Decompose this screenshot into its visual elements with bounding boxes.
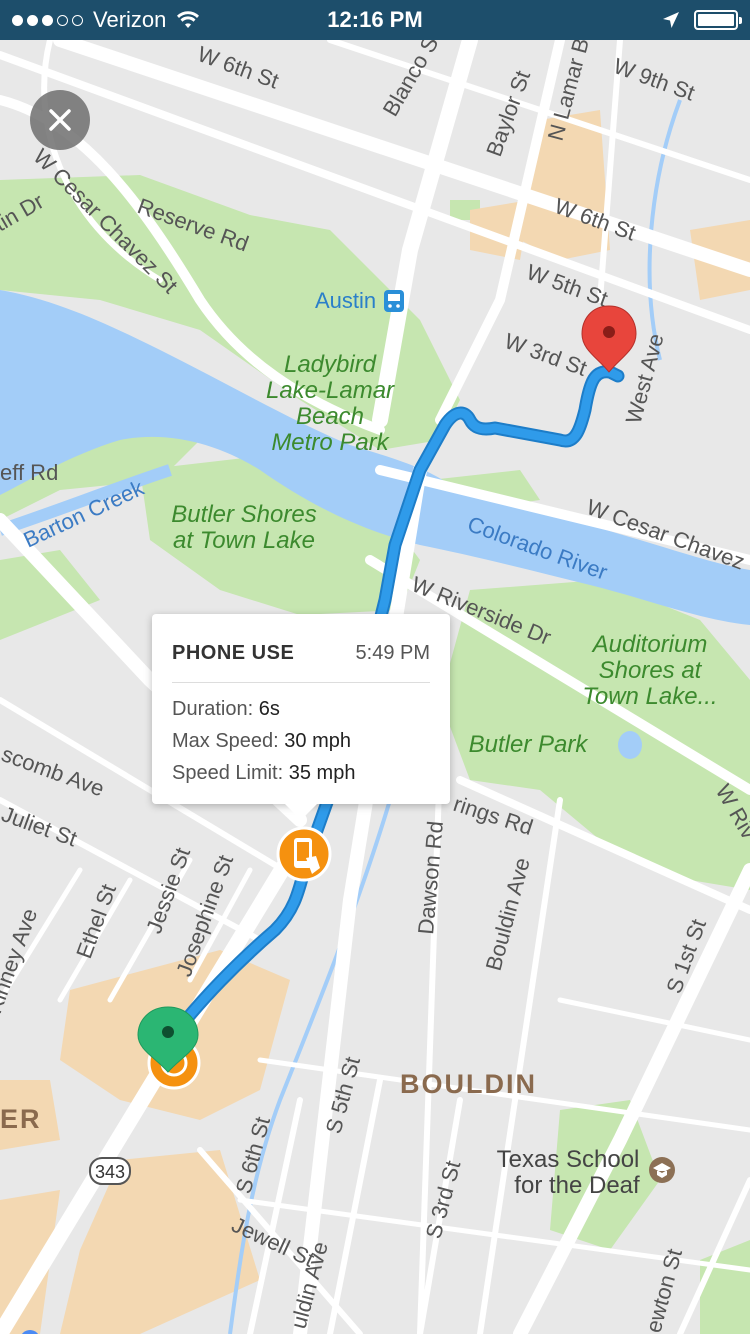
speed-limit-label: Speed Limit: [172,762,284,784]
route-number: 343 [95,1162,125,1182]
battery-icon [694,10,742,30]
poi-label: Texas School [497,1146,640,1173]
status-time: 12:16 PM [327,7,423,32]
max-speed-value: 30 mph [284,730,352,752]
status-bar: Verizon 12:16 PM [0,0,750,40]
location-arrow-icon [663,12,679,28]
transit-label: Austin [315,288,376,313]
street-label: eff Rd [0,460,58,485]
phone-use-marker[interactable] [276,826,332,882]
close-icon [49,109,71,131]
park-label: Ladybird [284,351,377,378]
popup-max-speed: Max Speed: 30 mph [172,730,351,753]
speed-limit-value: 35 mph [288,762,356,784]
duration-label: Duration: [172,698,254,720]
popup-time: 5:49 PM [355,642,430,664]
status-right [662,0,742,40]
park-label: Butler Park [469,731,590,758]
popup-duration: Duration: 6s [172,698,280,721]
park-label: Auditorium [591,631,708,658]
park-label: Butler Shores [171,501,316,528]
park-label: Shores at [599,657,703,684]
school-icon [649,1157,675,1183]
popup-title: PHONE USE [172,642,295,664]
close-button[interactable] [30,90,90,150]
pond [618,731,642,759]
train-station-icon [384,290,404,312]
phone-use-popup: PHONE USE 5:49 PM Duration: 6s Max Speed… [152,614,450,820]
max-speed-label: Max Speed: [172,730,279,752]
neighborhood-label: ER [0,1104,42,1134]
popup-header: PHONE USE 5:49 PM [172,642,430,683]
neighborhood-label: BOULDIN [400,1069,537,1099]
duration-value: 6s [258,698,280,720]
park-label: Lake-Lamar [266,377,395,404]
park-label: Metro Park [271,429,390,456]
popup-speed-limit: Speed Limit: 35 mph [172,762,355,785]
park-label: at Town Lake [173,527,315,554]
poi-label: for the Deaf [514,1172,640,1199]
poi-texas-school: Texas School for the Deaf [497,1146,640,1199]
route-shield: 343 [89,1157,131,1185]
park-label: Town Lake... [582,683,717,710]
park-label: Beach [296,403,364,430]
